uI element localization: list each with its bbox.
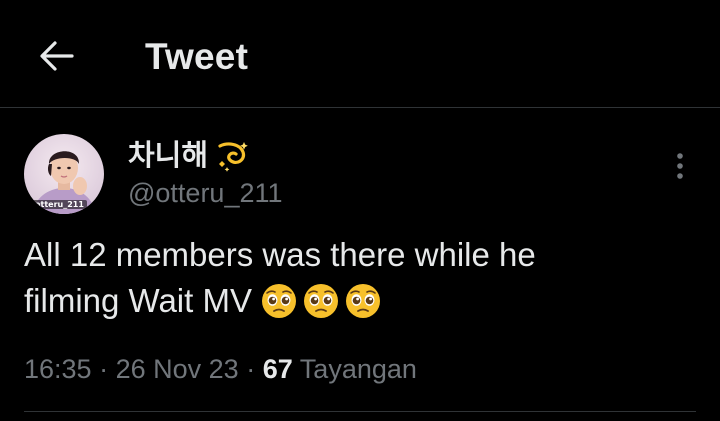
emoji-group	[260, 282, 382, 320]
meta-separator: ·	[246, 354, 256, 384]
author-handle[interactable]: @otteru_211	[128, 176, 283, 210]
pleading-face-emoji-icon	[261, 284, 296, 318]
tweet-text-line-2: filming Wait MV	[24, 282, 252, 319]
dizzy-icon	[214, 138, 250, 174]
meta-separator: ·	[99, 354, 109, 384]
back-button[interactable]	[34, 36, 78, 76]
pleading-face-emoji-icon	[303, 284, 338, 318]
pleading-face-emoji-icon	[345, 284, 380, 318]
tweet-text-line-1: All 12 members was there while he	[24, 236, 536, 273]
author-name-row[interactable]: 차니해	[128, 138, 250, 174]
views-count[interactable]: 67	[263, 354, 293, 384]
tweet-date[interactable]: 26 Nov 23	[116, 354, 239, 384]
arrow-left-icon	[40, 41, 74, 71]
more-vertical-icon	[677, 153, 683, 179]
views-label[interactable]: Tayangan	[300, 354, 417, 384]
tweet-meta: 16:35 · 26 Nov 23 · 67 Tayangan	[24, 350, 417, 388]
avatar-watermark: otteru_211	[32, 200, 87, 209]
tweet-time[interactable]: 16:35	[24, 354, 92, 384]
more-options-button[interactable]	[664, 148, 696, 184]
page-title: Tweet	[145, 36, 249, 77]
top-bar: Tweet	[0, 0, 720, 108]
author-display-name[interactable]: 차니해	[128, 138, 208, 174]
avatar[interactable]: otteru_211	[24, 134, 104, 214]
tweet-text-line-2-row: filming Wait MV	[24, 278, 684, 324]
divider	[24, 411, 696, 412]
tweet-text: All 12 members was there while he filmin…	[24, 232, 684, 324]
